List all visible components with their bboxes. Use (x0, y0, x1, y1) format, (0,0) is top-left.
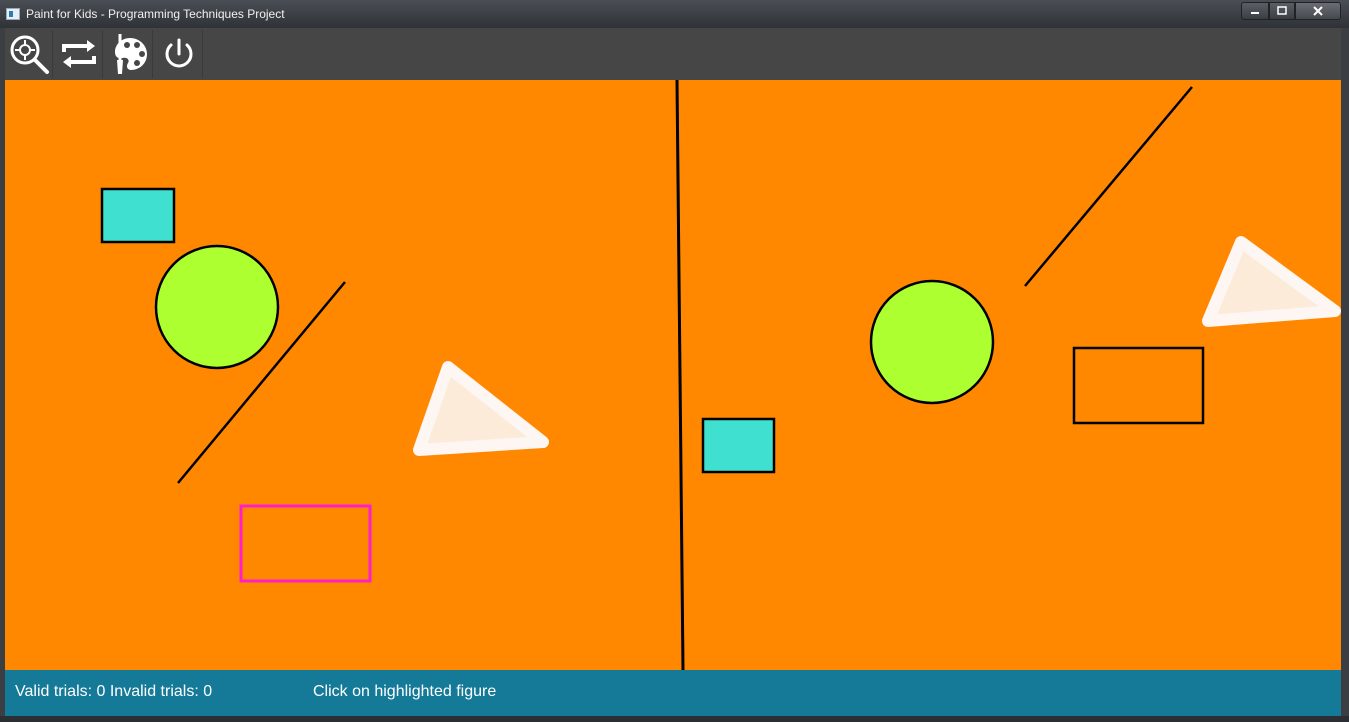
rectangle-figure[interactable] (701, 417, 776, 474)
color-tool[interactable] (105, 30, 153, 78)
status-bar: Valid trials: 0 Invalid trials: 0 Click … (5, 670, 1341, 716)
title-bar[interactable]: Paint for Kids - Programming Techniques … (0, 0, 1349, 28)
drawing-canvas[interactable] (5, 80, 1341, 670)
swap-tool[interactable] (55, 30, 103, 78)
window-controls (1241, 2, 1341, 20)
rectangle-figure[interactable] (1072, 346, 1205, 425)
status-message: Click on highlighted figure (313, 683, 497, 700)
close-icon (1313, 6, 1323, 16)
app-window: Paint for Kids - Programming Techniques … (0, 0, 1349, 722)
window-bottom-edge (0, 716, 1349, 722)
divider-line (675, 80, 685, 670)
circle-figure[interactable] (154, 244, 280, 370)
minimize-icon (1251, 12, 1259, 14)
power-icon (165, 38, 192, 68)
highlighted-rectangle-figure[interactable] (239, 504, 372, 583)
toolbar (5, 28, 1341, 80)
exit-tool[interactable] (155, 30, 203, 78)
triangle-figure[interactable] (413, 361, 549, 456)
trials-counter: Valid trials: 0 Invalid trials: 0 (15, 683, 213, 700)
maximize-icon (1277, 6, 1287, 15)
find-figure-tool[interactable] (5, 30, 53, 78)
palette-icon (114, 34, 147, 74)
rectangle-figure[interactable] (100, 187, 176, 244)
minimize-button[interactable] (1241, 2, 1269, 20)
maximize-button[interactable] (1269, 2, 1295, 20)
window-title: Paint for Kids - Programming Techniques … (26, 7, 285, 21)
line-figure[interactable] (1024, 86, 1193, 287)
zoom-target-icon (10, 35, 49, 74)
close-button[interactable] (1295, 2, 1341, 20)
swap-arrows-icon (61, 40, 96, 68)
triangle-figure[interactable] (1202, 236, 1341, 327)
circle-figure[interactable] (869, 279, 995, 405)
app-icon (6, 8, 20, 20)
canvas-figures (100, 80, 1341, 670)
